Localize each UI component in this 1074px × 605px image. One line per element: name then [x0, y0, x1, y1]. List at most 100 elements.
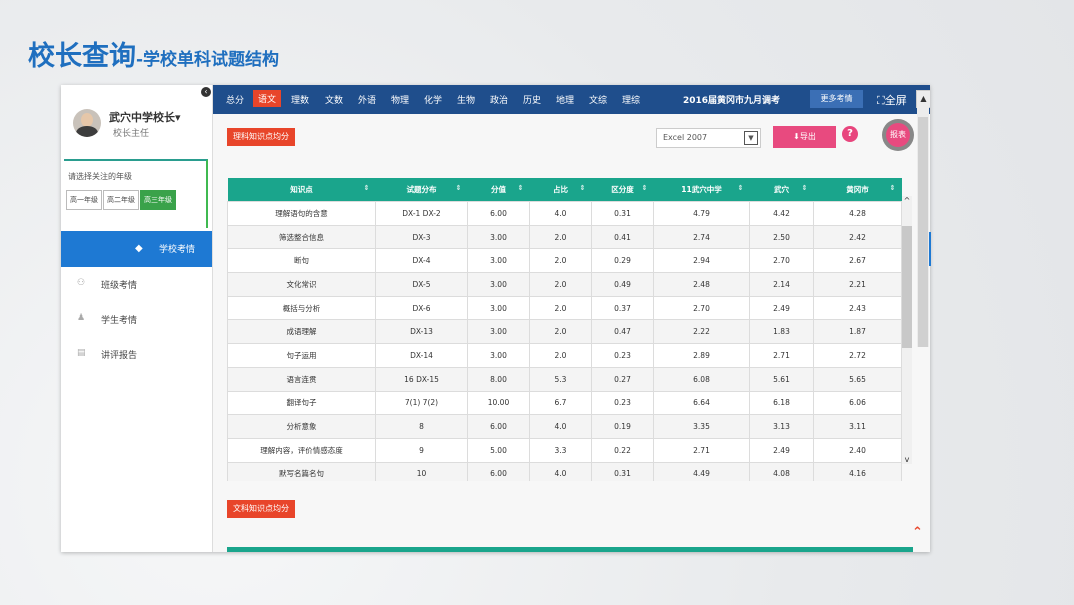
table-cell: 2.71: [749, 343, 814, 368]
sidebar-item-student-exam[interactable]: ♟ 学生考情: [61, 309, 212, 331]
science-knowledge-avg-button[interactable]: 理科知识点均分: [227, 128, 295, 146]
column-header[interactable]: 11武穴中学 ⇕: [653, 178, 750, 202]
table-cell: 2.22: [653, 319, 750, 345]
tab-science-math[interactable]: 理数: [291, 93, 309, 106]
table-cell: 6.64: [653, 390, 750, 416]
table-cell: 4.16: [813, 461, 902, 481]
table-scrollbar[interactable]: ^ v: [902, 196, 912, 464]
scrollbar-thumb[interactable]: [902, 226, 912, 348]
table-cell: 句子运用: [227, 343, 376, 368]
table-cell: 4.28: [813, 201, 902, 226]
table-cell: 0.37: [591, 295, 654, 321]
tab-politics[interactable]: 政治: [490, 93, 508, 106]
sort-icon[interactable]: ⇕: [802, 184, 808, 192]
page-scrollbar[interactable]: [917, 107, 929, 347]
knowledge-table-container: 知识点 ⇕ 试题分布 ⇕ 分值 ⇕ 占比 ⇕ 区分度 ⇕ 11武穴中学 ⇕ 武穴 ⇕ 黄冈市 ⇕ 理解语句的含…: [227, 178, 913, 481]
tab-chinese[interactable]: 语文: [253, 90, 282, 107]
column-header[interactable]: 知识点 ⇕: [227, 178, 376, 202]
table-cell: 翻译句子: [227, 390, 376, 416]
grade-button-1[interactable]: 高一年级: [66, 190, 102, 210]
table-cell: 4.79: [653, 201, 750, 226]
table-cell: 9: [375, 437, 468, 463]
table-cell: 概括与分析: [227, 295, 376, 321]
scroll-up-icon[interactable]: ▲: [916, 90, 930, 108]
table-cell: 语言连贯: [227, 366, 376, 392]
export-format-select[interactable]: Excel 2007 ▼: [656, 128, 761, 148]
table-row: 分析意象 8 6.00 4.0 0.19 3.35 3.13 3.11: [227, 414, 902, 439]
table-cell: 2.42: [813, 224, 902, 250]
help-icon[interactable]: ?: [842, 126, 858, 142]
table-cell: 3.00: [467, 224, 530, 250]
sidebar-item-label: 学校考情: [159, 245, 196, 255]
tab-arts-combined[interactable]: 文综: [589, 93, 607, 106]
column-header[interactable]: 黄冈市 ⇕: [813, 178, 902, 202]
table-cell: 4.42: [749, 201, 814, 226]
chevron-down-icon[interactable]: v: [902, 455, 912, 464]
table-cell: 0.29: [591, 248, 654, 274]
table-cell: 3.11: [813, 414, 902, 439]
table-cell: 6.18: [749, 390, 814, 416]
arts-knowledge-avg-button[interactable]: 文科知识点均分: [227, 500, 295, 518]
column-header[interactable]: 武穴 ⇕: [749, 178, 814, 202]
user-name[interactable]: 武穴中学校长▾: [109, 109, 181, 125]
table-cell: 2.0: [529, 224, 592, 250]
sort-icon[interactable]: ⇕: [890, 184, 896, 192]
collapse-sidebar-icon[interactable]: ‹: [201, 87, 211, 97]
sort-icon[interactable]: ⇕: [518, 184, 524, 192]
column-header[interactable]: 区分度 ⇕: [591, 178, 654, 202]
tab-arts-math[interactable]: 文数: [325, 93, 343, 106]
fullscreen-button[interactable]: ⛶全屏: [877, 92, 907, 108]
table-cell: 6.00: [467, 414, 530, 439]
table-cell: DX-1 DX-2: [375, 201, 468, 226]
tab-total[interactable]: 总分: [226, 93, 244, 106]
table-row: 筛选整合信息 DX-3 3.00 2.0 0.41 2.74 2.50 2.42: [227, 224, 902, 250]
tab-science-combined[interactable]: 理综: [622, 93, 640, 106]
chevron-up-icon[interactable]: ^: [902, 196, 912, 205]
table-cell: 2.0: [529, 319, 592, 345]
back-to-top-icon[interactable]: ⌃: [912, 525, 923, 540]
more-exams-button[interactable]: 更多考情: [810, 90, 863, 108]
sort-icon[interactable]: ⇕: [580, 184, 586, 192]
tab-geography[interactable]: 地理: [556, 93, 574, 106]
tab-biology[interactable]: 生物: [457, 93, 475, 106]
tab-history[interactable]: 历史: [523, 93, 541, 106]
table-cell: 2.0: [529, 248, 592, 274]
tab-physics[interactable]: 物理: [391, 93, 409, 106]
sort-icon[interactable]: ⇕: [364, 184, 370, 192]
sort-icon[interactable]: ⇕: [738, 184, 744, 192]
page-title-main: 校长查询: [28, 41, 136, 72]
table-cell: 4.0: [529, 414, 592, 439]
table-row: 文化常识 DX-5 3.00 2.0 0.49 2.48 2.14 2.21: [227, 272, 902, 297]
table-cell: 成语理解: [227, 319, 376, 345]
grade-button-2[interactable]: 高二年级: [103, 190, 139, 210]
column-header[interactable]: 试题分布 ⇕: [375, 178, 468, 202]
table-cell: 2.0: [529, 272, 592, 297]
column-header[interactable]: 分值 ⇕: [467, 178, 530, 202]
table-cell: DX-14: [375, 343, 468, 368]
sort-icon[interactable]: ⇕: [456, 184, 462, 192]
table-cell: 理解语句的含意: [227, 201, 376, 226]
report-button[interactable]: 报表: [882, 119, 914, 151]
report-icon: ▤: [77, 348, 86, 358]
table-cell: 0.23: [591, 343, 654, 368]
user-role: 校长主任: [113, 129, 150, 139]
table-cell: 8: [375, 414, 468, 439]
table-cell: 2.67: [813, 248, 902, 274]
export-button[interactable]: ⬇导出: [773, 126, 836, 148]
sidebar-item-class-exam[interactable]: ⚇ 班级考情: [61, 274, 212, 296]
sidebar-item-label: 学生考情: [101, 316, 138, 326]
sort-icon[interactable]: ⇕: [642, 184, 648, 192]
sidebar-item-school-exam[interactable]: ◆ 学校考情: [61, 231, 212, 267]
table-cell: 筛选整合信息: [227, 224, 376, 250]
user-icon: ♟: [77, 313, 86, 323]
table-cell: DX-5: [375, 272, 468, 297]
grade-button-3[interactable]: 高三年级: [140, 190, 176, 210]
sidebar-item-review-report[interactable]: ▤ 讲评报告: [61, 344, 212, 366]
table-cell: DX-6: [375, 295, 468, 321]
table-cell: 2.50: [749, 224, 814, 250]
column-header[interactable]: 占比 ⇕: [529, 178, 592, 202]
table-cell: 6.00: [467, 461, 530, 481]
chevron-down-icon: ▼: [744, 131, 758, 145]
tab-chemistry[interactable]: 化学: [424, 93, 442, 106]
tab-foreign-language[interactable]: 外语: [358, 93, 376, 106]
